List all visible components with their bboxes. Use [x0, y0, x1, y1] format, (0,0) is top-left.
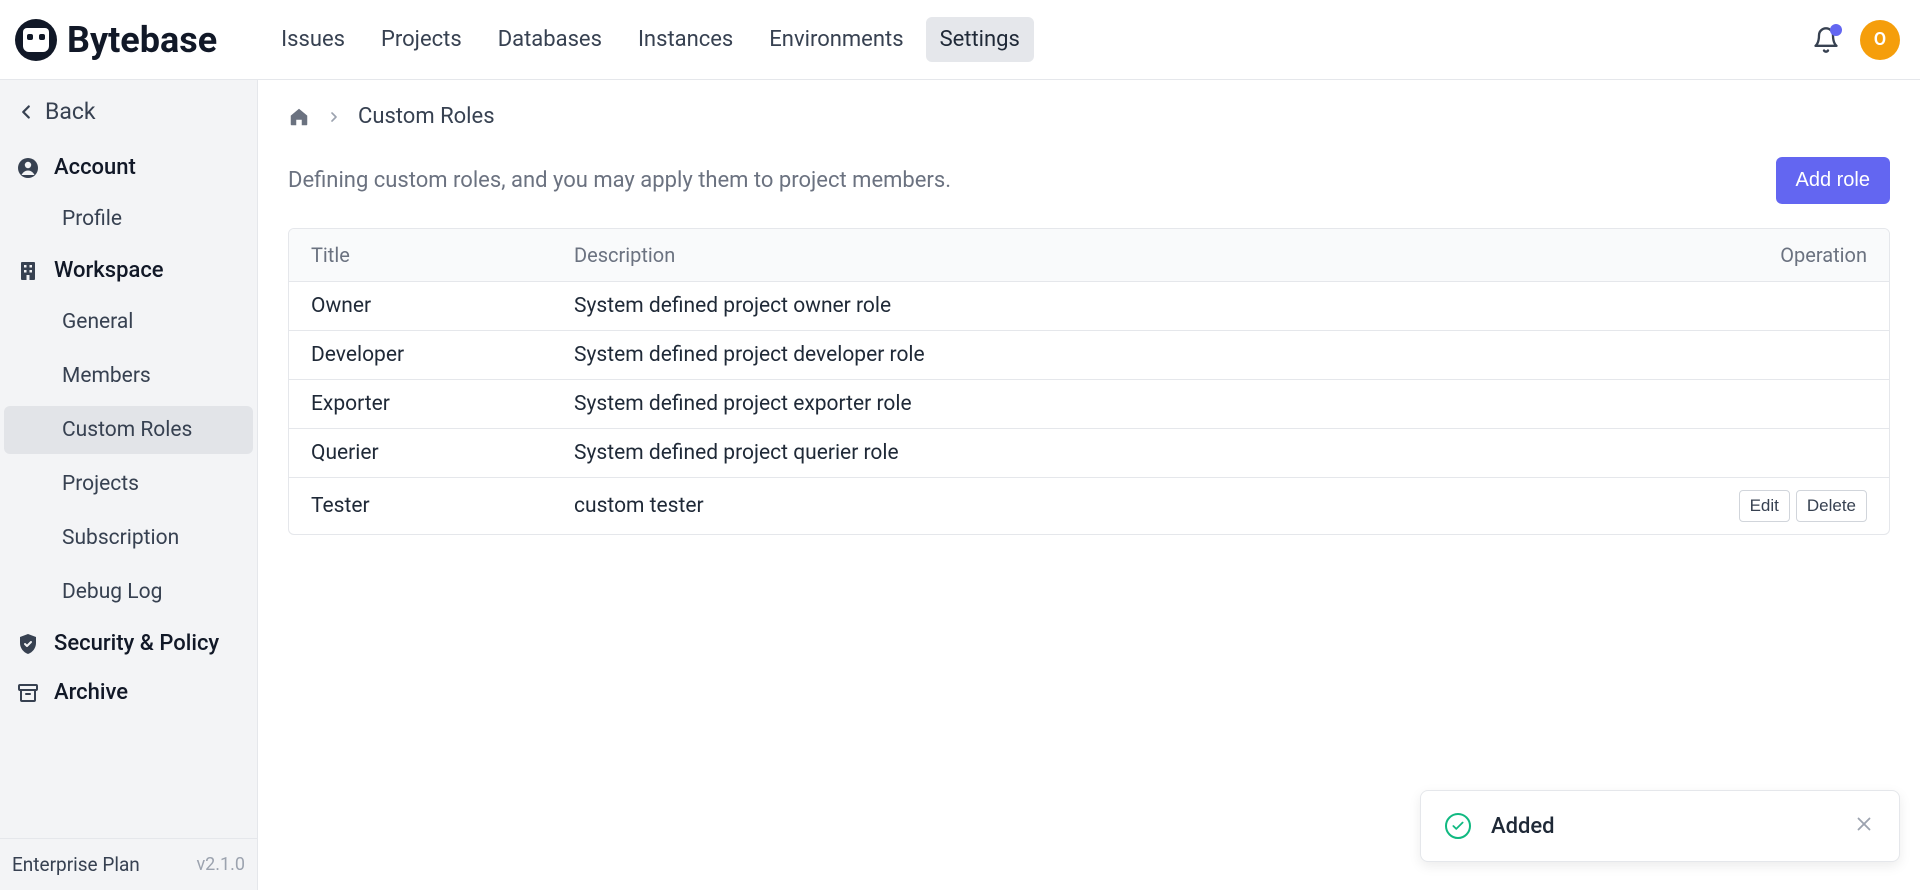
- role-title: Exporter: [311, 392, 574, 416]
- column-operation: Operation: [1707, 243, 1867, 267]
- table-row: DeveloperSystem defined project develope…: [289, 331, 1889, 380]
- role-description: System defined project owner role: [574, 294, 1707, 318]
- nav-item-issues[interactable]: Issues: [267, 17, 359, 62]
- sidebar-item-general[interactable]: General: [4, 298, 253, 346]
- role-description: System defined project exporter role: [574, 392, 1707, 416]
- sidebar-item-subscription[interactable]: Subscription: [4, 514, 253, 562]
- back-button[interactable]: Back: [0, 80, 257, 143]
- user-icon: [16, 156, 40, 180]
- add-role-button[interactable]: Add role: [1776, 157, 1891, 204]
- role-title: Developer: [311, 343, 574, 367]
- nav-item-databases[interactable]: Databases: [484, 17, 616, 62]
- toast-message: Added: [1491, 814, 1833, 839]
- logo-text: Bytebase: [67, 19, 217, 61]
- main-content: Custom Roles Defining custom roles, and …: [258, 80, 1920, 890]
- roles-table: Title Description Operation OwnerSystem …: [288, 228, 1890, 535]
- column-description: Description: [574, 243, 1707, 267]
- section-label: Account: [54, 155, 136, 180]
- section-label: Workspace: [54, 258, 164, 283]
- table-row: QuerierSystem defined project querier ro…: [289, 429, 1889, 478]
- chevron-right-icon: [326, 109, 342, 125]
- avatar-initial: O: [1874, 29, 1886, 50]
- role-description: custom tester: [574, 494, 1707, 518]
- column-title: Title: [311, 243, 574, 267]
- table-header: Title Description Operation: [289, 229, 1889, 282]
- section-label: Archive: [54, 680, 128, 705]
- breadcrumb: Custom Roles: [288, 104, 1890, 129]
- archive-icon: [16, 681, 40, 705]
- version-label: v2.1.0: [196, 854, 245, 875]
- edit-button[interactable]: Edit: [1739, 490, 1790, 522]
- nav-item-instances[interactable]: Instances: [624, 17, 747, 62]
- notification-dot-icon: [1830, 24, 1842, 36]
- nav-item-environments[interactable]: Environments: [755, 17, 917, 62]
- top-nav: Bytebase IssuesProjectsDatabasesInstance…: [0, 0, 1920, 80]
- sidebar-item-profile[interactable]: Profile: [4, 195, 253, 243]
- role-title: Tester: [311, 494, 574, 518]
- sidebar-item-custom-roles[interactable]: Custom Roles: [4, 406, 253, 454]
- table-row: Testercustom testerEditDelete: [289, 478, 1889, 534]
- sidebar-item-members[interactable]: Members: [4, 352, 253, 400]
- section-label: Security & Policy: [54, 631, 219, 656]
- sidebar-section-workspace[interactable]: Workspace: [0, 246, 257, 295]
- chevron-left-icon: [15, 101, 37, 123]
- avatar[interactable]: O: [1860, 20, 1900, 60]
- nav-items: IssuesProjectsDatabasesInstancesEnvironm…: [267, 17, 1034, 62]
- delete-button[interactable]: Delete: [1796, 490, 1867, 522]
- role-description: System defined project developer role: [574, 343, 1707, 367]
- breadcrumb-page: Custom Roles: [358, 104, 495, 129]
- logo-icon: [15, 19, 57, 61]
- check-circle-icon: [1445, 813, 1471, 839]
- page-description: Defining custom roles, and you may apply…: [288, 168, 951, 193]
- toast-notification: Added: [1420, 790, 1900, 862]
- sidebar-footer: Enterprise Plan v2.1.0: [0, 838, 257, 890]
- nav-item-projects[interactable]: Projects: [367, 17, 476, 62]
- sidebar-item-debug-log[interactable]: Debug Log: [4, 568, 253, 616]
- shield-icon: [16, 632, 40, 656]
- sidebar-section-archive[interactable]: Archive: [0, 668, 257, 717]
- role-title: Querier: [311, 441, 574, 465]
- role-description: System defined project querier role: [574, 441, 1707, 465]
- role-title: Owner: [311, 294, 574, 318]
- table-row: OwnerSystem defined project owner role: [289, 282, 1889, 331]
- back-label: Back: [45, 98, 96, 125]
- close-icon: [1853, 813, 1875, 835]
- sidebar-section-security[interactable]: Security & Policy: [0, 619, 257, 668]
- building-icon: [16, 259, 40, 283]
- logo[interactable]: Bytebase: [15, 19, 217, 61]
- nav-item-settings[interactable]: Settings: [926, 17, 1034, 62]
- notifications-button[interactable]: [1812, 26, 1840, 54]
- sidebar-item-projects[interactable]: Projects: [4, 460, 253, 508]
- home-icon[interactable]: [288, 106, 310, 128]
- toast-close-button[interactable]: [1853, 813, 1875, 839]
- plan-label: Enterprise Plan: [12, 853, 140, 876]
- table-row: ExporterSystem defined project exporter …: [289, 380, 1889, 429]
- role-operations: EditDelete: [1707, 490, 1867, 522]
- sidebar-section-account[interactable]: Account: [0, 143, 257, 192]
- sidebar: Back Account Profile Workspace General M…: [0, 80, 258, 890]
